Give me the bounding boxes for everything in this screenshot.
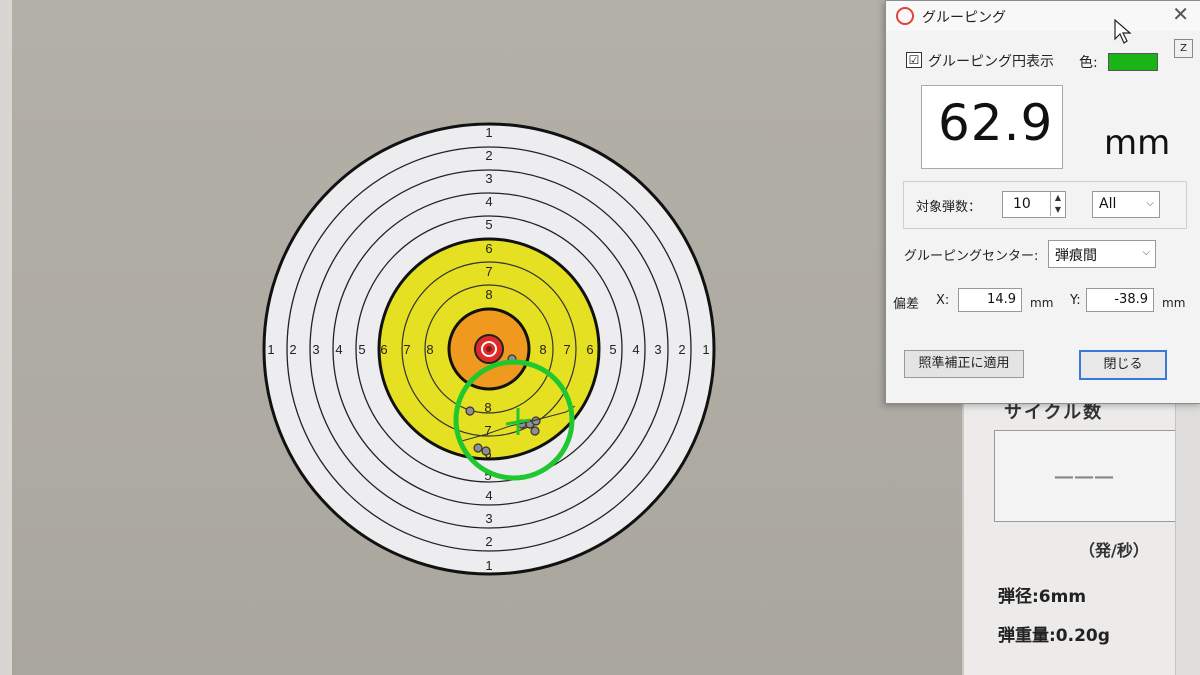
top-number: 8 <box>485 287 492 302</box>
top-number: 7 <box>485 264 492 279</box>
group-size-value: 62.9 <box>938 94 1054 152</box>
mouse-cursor-icon <box>1114 19 1132 44</box>
right-number: 6 <box>586 342 593 357</box>
right-number: 2 <box>678 342 685 357</box>
dialog-title-bar[interactable]: グルーピング ✕ <box>886 1 1200 31</box>
offset-y-value: -38.9 <box>1114 292 1148 307</box>
group-number: 7 <box>484 423 491 438</box>
bottom-number: 2 <box>485 534 492 549</box>
right-number: 7 <box>563 342 570 357</box>
offset-label: 偏差 <box>893 297 920 312</box>
circle-icon <box>896 7 914 25</box>
group-number: 8 <box>484 400 491 415</box>
offset-y-label: Y: <box>1070 293 1081 308</box>
cycle-rate-value: ——— <box>1054 459 1116 494</box>
left-number: 2 <box>289 342 296 357</box>
bullet-hole <box>465 406 475 416</box>
top-number: 2 <box>485 148 492 163</box>
right-number: 8 <box>539 342 546 357</box>
group-size-unit: mm <box>1104 123 1171 163</box>
apply-sight-correction-button[interactable]: 照準補正に適用 <box>904 350 1024 378</box>
dialog-title: グルーピング <box>922 10 1006 26</box>
top-number: 1 <box>485 125 492 140</box>
spin-up-icon[interactable]: ▲ <box>1050 192 1065 204</box>
left-number: 7 <box>403 342 410 357</box>
left-number: 8 <box>426 342 433 357</box>
close-button[interactable]: 閉じる <box>1079 350 1167 380</box>
show-circle-label: グルーピング円表示 <box>928 54 1054 70</box>
left-number: 5 <box>358 342 365 357</box>
spin-down-icon[interactable]: ▼ <box>1050 204 1065 216</box>
top-number: 3 <box>485 171 492 186</box>
shots-label: 対象弾数： <box>916 200 982 215</box>
left-number: 4 <box>335 342 342 357</box>
offset-y-field[interactable]: -38.9 <box>1086 288 1154 312</box>
right-number: 4 <box>632 342 639 357</box>
z-order-button[interactable]: Z <box>1174 39 1193 58</box>
bullet-hole <box>481 446 491 456</box>
bottom-number: 4 <box>485 488 492 503</box>
chevron-down-icon: ⌵ <box>1142 247 1150 258</box>
shot-range-select[interactable]: All ⌵ <box>1092 191 1160 218</box>
grouping-center-label: グルーピングセンター: <box>904 249 1039 264</box>
chevron-down-icon: ⌵ <box>1146 198 1154 209</box>
top-number: 6 <box>485 241 492 256</box>
group-size-display: 62.9 <box>921 85 1063 169</box>
bullet-diameter: 弾径:6mm <box>998 587 1087 607</box>
offset-y-unit: mm <box>1162 296 1186 310</box>
left-number: 3 <box>312 342 319 357</box>
bullet-hole <box>530 426 540 436</box>
offset-x-label: X: <box>936 293 950 308</box>
right-number: 5 <box>609 342 616 357</box>
bottom-number: 1 <box>485 558 492 573</box>
bullet-hole <box>473 443 483 453</box>
grouping-center-value: 弾痕間 <box>1055 248 1097 264</box>
target-face: 1 2 3 4 5 6 7 8 8 7 6 5 4 3 2 1 1 2 3 4 … <box>262 122 716 576</box>
panel-edge <box>1175 395 1200 675</box>
close-icon[interactable]: ✕ <box>1172 4 1189 24</box>
circle-color-swatch[interactable] <box>1108 53 1158 71</box>
bottom-number: 3 <box>485 511 492 526</box>
right-number: 3 <box>654 342 661 357</box>
color-label: 色: <box>1079 55 1098 71</box>
offset-x-unit: mm <box>1030 296 1054 310</box>
cycle-rate-display: ——— <box>994 430 1176 522</box>
shots-count-spinner[interactable]: 10 ▲ ▼ <box>1002 191 1066 218</box>
right-number: 1 <box>702 342 709 357</box>
left-number: 6 <box>380 342 387 357</box>
bullseye-center <box>486 346 492 352</box>
shot-selection-group: 対象弾数： 10 ▲ ▼ All ⌵ <box>903 181 1187 229</box>
offset-x-field[interactable]: 14.9 <box>958 288 1022 312</box>
grouping-dialog: グルーピング ✕ Z ☑ グルーピング円表示 色: 62.9 mm 対象弾数： … <box>885 0 1200 404</box>
offset-x-value: 14.9 <box>987 292 1016 307</box>
cycle-rate-unit: （発/秒） <box>1079 541 1149 560</box>
bullet-weight: 弾重量:0.20g <box>998 626 1110 646</box>
shot-range-value: All <box>1099 196 1117 212</box>
show-circle-checkbox[interactable]: ☑ <box>906 52 922 68</box>
left-number: 1 <box>267 342 274 357</box>
top-number: 4 <box>485 194 492 209</box>
info-panel: サイクル数 ——— （発/秒） 弾径:6mm 弾重量:0.20g <box>962 395 1200 675</box>
shots-count-value: 10 <box>1013 196 1031 212</box>
top-number: 5 <box>485 217 492 232</box>
monitor-bezel <box>0 0 12 675</box>
grouping-center-select[interactable]: 弾痕間 ⌵ <box>1048 240 1156 268</box>
